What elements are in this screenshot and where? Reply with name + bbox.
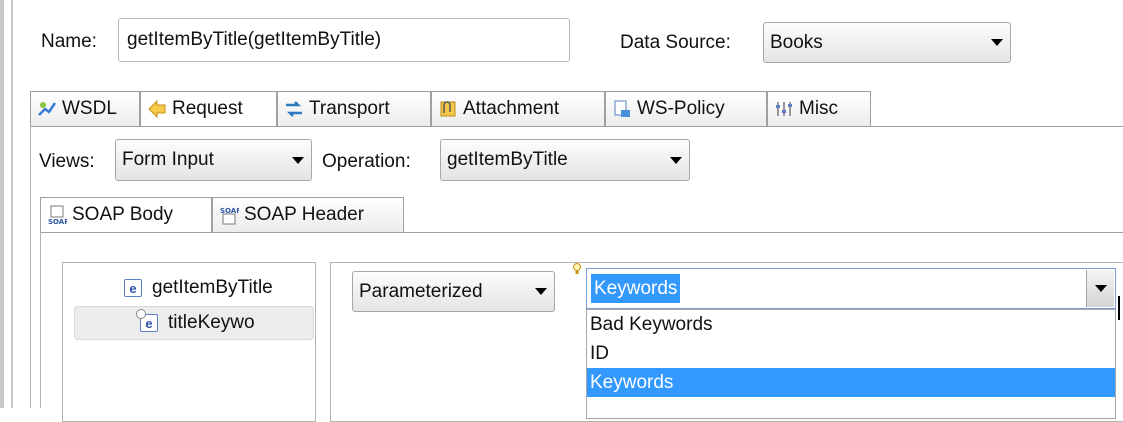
transport-icon: [284, 99, 304, 119]
attachment-icon: [438, 99, 458, 119]
wsdl-icon: [37, 99, 57, 119]
name-field-value: getItemByTitle(getItemByTitle): [127, 29, 382, 50]
views-value: Form Input: [122, 149, 214, 170]
chevron-down-icon: [663, 156, 689, 164]
chevron-down-icon: [285, 156, 311, 164]
column-dropdown-list: Bad Keywords ID Keywords: [586, 309, 1116, 419]
tab-soap-header[interactable]: SOAP SOAP Header: [212, 197, 404, 232]
tab-ws-policy[interactable]: WS-Policy: [605, 91, 767, 126]
soap-body-icon: SOAP: [47, 205, 69, 226]
operation-label: Operation:: [322, 151, 411, 172]
dropdown-option-id[interactable]: ID: [587, 339, 1115, 368]
main-tab-strip: WSDL Request Transport Attachment WS-Pol…: [30, 91, 1123, 127]
element-attribute-icon: e: [136, 309, 158, 332]
views-combo[interactable]: Form Input: [115, 139, 312, 181]
tab-transport[interactable]: Transport: [277, 91, 431, 126]
operation-value: getItemByTitle: [447, 149, 568, 170]
left-rail: [0, 0, 4, 408]
data-source-label: Data Source:: [620, 32, 731, 53]
element-icon: e: [124, 279, 142, 297]
data-source-combo[interactable]: Books: [763, 22, 1011, 63]
column-combo-value: Keywords: [591, 274, 681, 303]
tab-request[interactable]: Request: [140, 91, 277, 126]
ws-policy-icon: [612, 99, 632, 119]
dropdown-option-keywords[interactable]: Keywords: [587, 368, 1115, 397]
chevron-down-icon: [984, 39, 1010, 46]
data-source-value: Books: [770, 31, 823, 53]
misc-icon: [774, 99, 794, 119]
chevron-down-icon: [528, 288, 554, 295]
tab-misc[interactable]: Misc: [767, 91, 871, 126]
left-rail-inner: [11, 0, 13, 408]
parameterized-value: Parameterized: [359, 280, 483, 302]
tree-item-title-keywords[interactable]: e titleKeywo: [136, 309, 255, 336]
tab-attachment[interactable]: Attachment: [431, 91, 605, 126]
operation-combo[interactable]: getItemByTitle: [440, 139, 690, 181]
tab-wsdl[interactable]: WSDL: [30, 91, 140, 126]
request-arrow-icon: [147, 99, 167, 119]
views-label: Views:: [39, 151, 95, 172]
tree-item-get-item-by-title[interactable]: e getItemByTitle: [124, 275, 273, 301]
tab-soap-body[interactable]: SOAP SOAP Body: [40, 197, 212, 232]
name-field[interactable]: getItemByTitle(getItemByTitle): [118, 18, 570, 62]
mouse-cursor: [1118, 296, 1120, 320]
chevron-down-icon: [1094, 285, 1107, 292]
name-label: Name:: [41, 31, 97, 52]
svg-text:SOAP: SOAP: [48, 218, 67, 225]
soap-body-panel-border: [40, 232, 41, 408]
lightbulb-icon: [572, 260, 582, 274]
parameterized-combo[interactable]: Parameterized: [352, 271, 555, 312]
sub-tab-strip: SOAP SOAP Body SOAP SOAP Header: [40, 197, 1123, 233]
request-panel-border: [30, 126, 31, 408]
column-combo-dropdown-button[interactable]: [1086, 270, 1114, 307]
soap-header-icon: SOAP: [219, 205, 241, 225]
dropdown-option-bad-keywords[interactable]: Bad Keywords: [587, 310, 1115, 339]
column-combo[interactable]: Keywords: [586, 268, 1116, 309]
